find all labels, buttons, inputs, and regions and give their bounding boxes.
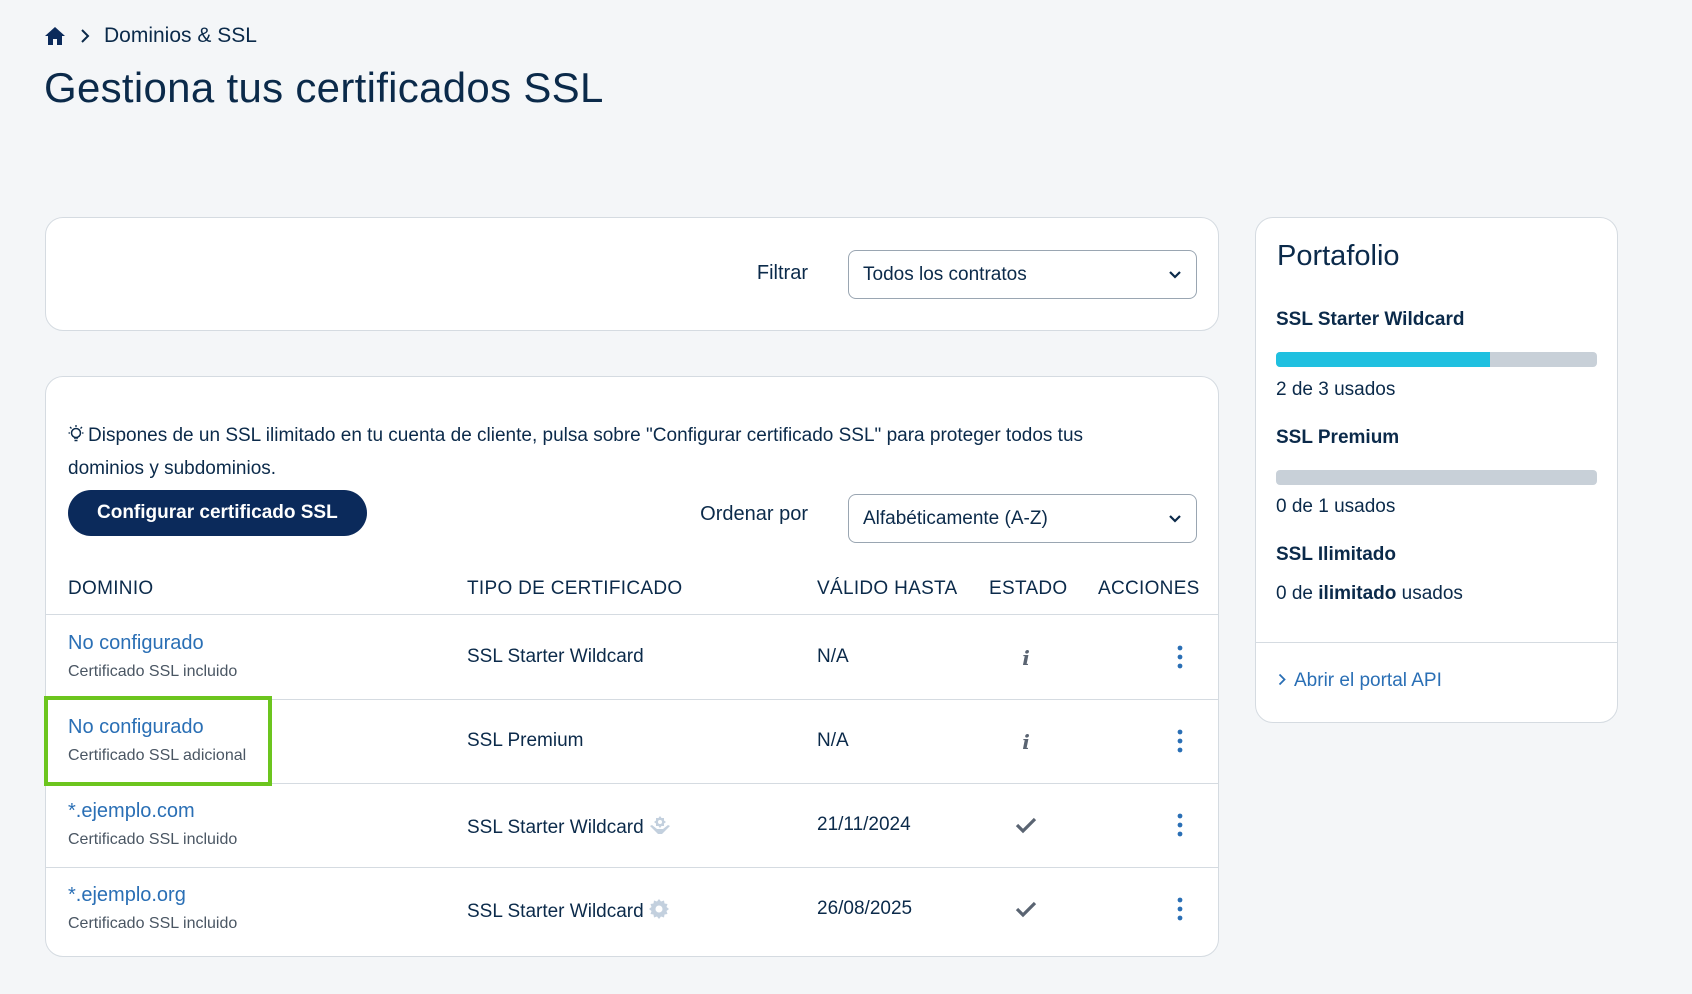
- table-header: DOMINIO TIPO DE CERTIFICADO VÁLIDO HASTA…: [46, 566, 1218, 615]
- domain-subtitle: Certificado SSL incluido: [68, 831, 238, 848]
- progress-bar: [1276, 352, 1597, 367]
- portfolio-item-name: SSL Ilimitado: [1276, 544, 1397, 565]
- sort-select[interactable]: Alfabéticamente (A-Z): [848, 494, 1197, 543]
- portfolio-title: Portafolio: [1277, 240, 1400, 272]
- domain-subtitle: Certificado SSL incluido: [68, 663, 238, 680]
- valid-until: 21/11/2024: [817, 814, 911, 835]
- domain-subtitle: Certificado SSL incluido: [68, 915, 238, 932]
- info-icon[interactable]: i: [1014, 644, 1038, 670]
- progress-fill: [1276, 352, 1490, 367]
- svg-text:i: i: [1022, 646, 1030, 668]
- filter-select[interactable]: Todos los contratos: [848, 250, 1197, 299]
- more-actions-icon[interactable]: [1172, 639, 1188, 675]
- more-actions-icon[interactable]: [1172, 807, 1188, 843]
- lightbulb-icon: [68, 424, 84, 454]
- table-row: *.ejemplo.org Certificado SSL incluido S…: [46, 867, 1218, 951]
- check-icon: [1014, 896, 1038, 922]
- domain-link[interactable]: *.ejemplo.com: [68, 800, 195, 823]
- table-row: No configurado Certificado SSL incluido …: [46, 615, 1218, 700]
- header-state: ESTADO: [989, 578, 1068, 599]
- configure-ssl-button[interactable]: Configurar certificado SSL: [68, 490, 367, 536]
- certificate-type: SSL Starter Wildcard: [467, 898, 670, 926]
- home-icon[interactable]: [44, 26, 66, 46]
- certificate-type: SSL Premium: [467, 730, 584, 751]
- portfolio-usage: 2 de 3 usados: [1276, 379, 1396, 400]
- chevron-down-icon: [1168, 264, 1182, 286]
- filter-card: Filtrar Todos los contratos: [45, 217, 1219, 331]
- info-text: Dispones de un SSL ilimitado en tu cuent…: [68, 425, 1084, 479]
- progress-bar: [1276, 470, 1597, 485]
- highlight-box: [44, 696, 272, 786]
- managed-hands-icon: [648, 814, 672, 842]
- header-valid[interactable]: VÁLIDO HASTA: [817, 578, 958, 600]
- valid-until: N/A: [817, 730, 849, 751]
- portfolio-item-name: SSL Premium: [1276, 427, 1400, 448]
- domain-link[interactable]: *.ejemplo.org: [68, 884, 186, 907]
- gear-icon: [648, 898, 670, 926]
- chevron-down-icon: [1168, 508, 1182, 530]
- portfolio-card: Portafolio SSL Starter Wildcard 2 de 3 u…: [1255, 217, 1618, 723]
- info-icon[interactable]: i: [1014, 728, 1038, 754]
- valid-until: 26/08/2025: [817, 898, 913, 919]
- chevron-right-icon: [1278, 670, 1286, 692]
- header-domain[interactable]: DOMINIO: [68, 578, 154, 600]
- filter-label: Filtrar: [756, 262, 808, 284]
- portfolio-usage: 0 de ilimitado usados: [1276, 583, 1463, 604]
- header-actions: ACCIONES: [1098, 578, 1200, 599]
- more-actions-icon[interactable]: [1172, 891, 1188, 927]
- chevron-right-icon: [80, 28, 90, 44]
- sort-select-value: Alfabéticamente (A-Z): [863, 507, 1048, 529]
- page-title: Gestiona tus certificados SSL: [44, 64, 604, 111]
- portfolio-usage: 0 de 1 usados: [1276, 496, 1396, 517]
- more-actions-icon[interactable]: [1172, 723, 1188, 759]
- certificates-card: Dispones de un SSL ilimitado en tu cuent…: [45, 376, 1219, 957]
- certificate-type: SSL Starter Wildcard: [467, 814, 672, 842]
- sort-label: Ordenar por: [700, 503, 808, 525]
- api-portal-link[interactable]: Abrir el portal API: [1278, 670, 1442, 692]
- filter-select-value: Todos los contratos: [863, 263, 1027, 285]
- svg-text:i: i: [1022, 730, 1030, 752]
- domain-link[interactable]: No configurado: [68, 632, 204, 655]
- header-type[interactable]: TIPO DE CERTIFICADO: [467, 578, 682, 600]
- valid-until: N/A: [817, 646, 849, 667]
- breadcrumb: Dominios & SSL: [44, 24, 257, 48]
- certificate-type: SSL Starter Wildcard: [467, 646, 644, 667]
- breadcrumb-current[interactable]: Dominios & SSL: [104, 24, 257, 48]
- check-icon: [1014, 812, 1038, 838]
- portfolio-item-name: SSL Starter Wildcard: [1276, 309, 1465, 330]
- info-message: Dispones de un SSL ilimitado en tu cuent…: [68, 421, 1148, 484]
- divider: [1256, 642, 1617, 643]
- table-row: *.ejemplo.com Certificado SSL incluido S…: [46, 783, 1218, 868]
